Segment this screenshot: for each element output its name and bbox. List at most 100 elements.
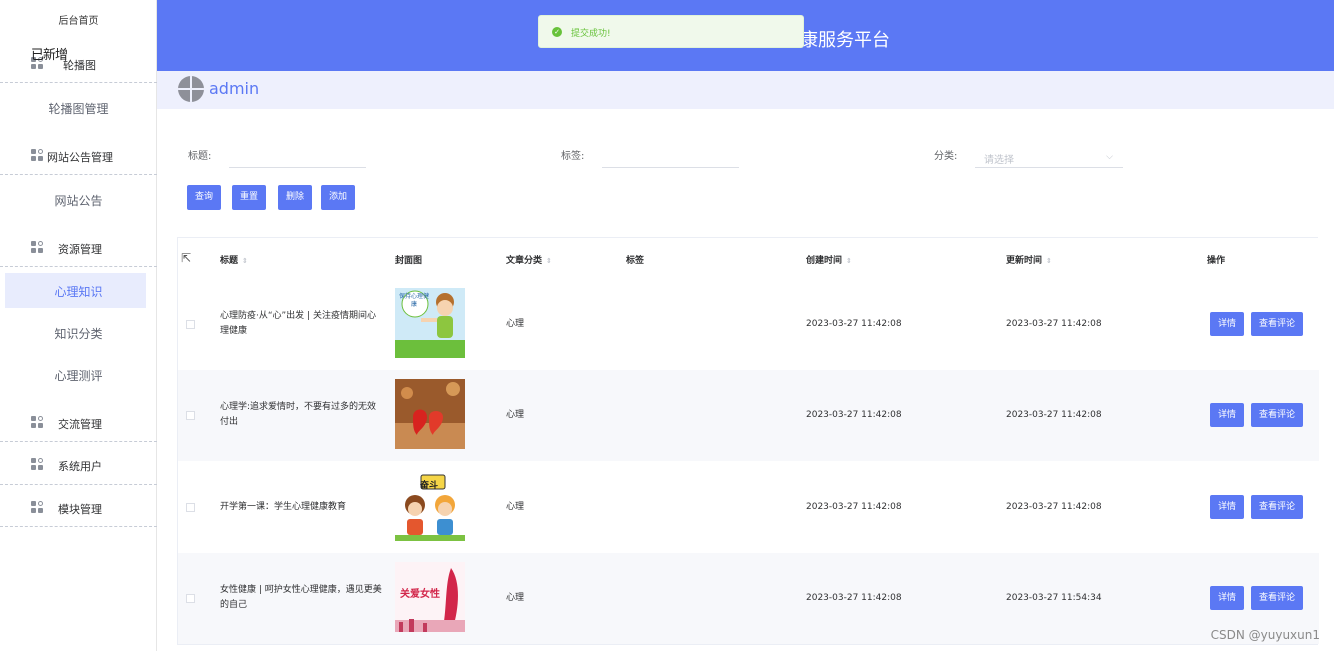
- column-header-actions: 操作: [1207, 256, 1226, 266]
- grid-icon: [31, 416, 44, 429]
- sidebar-group-modules[interactable]: 模块管理: [0, 496, 157, 520]
- row-category: 心理: [506, 593, 525, 603]
- chevron-down-icon: ⌵: [1106, 152, 1113, 162]
- row-category: 心理: [506, 319, 525, 329]
- add-button[interactable]: 添加: [321, 185, 355, 210]
- sidebar-item-home[interactable]: 后台首页: [0, 12, 157, 27]
- row-updated: 2023-03-27 11:54:34: [1006, 593, 1102, 603]
- sort-icon[interactable]: ⇕: [242, 257, 248, 265]
- view-comments-button[interactable]: 查看评论: [1251, 312, 1303, 336]
- row-created: 2023-03-27 11:42:08: [806, 319, 902, 329]
- row-created: 2023-03-27 11:42:08: [806, 410, 902, 420]
- row-checkbox[interactable]: [186, 320, 195, 329]
- sidebar-item-notice[interactable]: 网站公告: [0, 192, 157, 209]
- column-header-cover: 封面图: [395, 256, 423, 266]
- main-content: 标题: 标签: 分类: 请选择 ⌵ 查询 重置 删除 添加 ⇱ 标题 ⇕ 封面图 …: [157, 115, 1334, 651]
- user-bar: admin: [157, 71, 1334, 109]
- category-select[interactable]: 请选择 ⌵: [975, 146, 1123, 168]
- sidebar-group-label: 资源管理: [58, 243, 102, 256]
- title-filter-label: 标题:: [188, 151, 212, 162]
- cover-image: [395, 379, 465, 449]
- divider: [0, 484, 157, 485]
- row-created: 2023-03-27 11:42:08: [806, 502, 902, 512]
- row-title: 女性健康 | 呵护女性心理健康，遇见更美的自己: [220, 585, 382, 610]
- articles-table: ⇱ 标题 ⇕ 封面图 文章分类 ⇕ 标签 创建时间 ⇕ 更新时间 ⇕ 操作 心理防疫·从…: [177, 237, 1319, 645]
- detail-button[interactable]: 详情: [1210, 403, 1244, 427]
- divider: [0, 174, 157, 175]
- check-circle-icon: ✓: [552, 27, 562, 37]
- divider: [0, 441, 157, 442]
- divider: [0, 526, 157, 527]
- reset-button[interactable]: 重置: [232, 185, 266, 210]
- sidebar-overlap-text: 已新增: [31, 48, 68, 63]
- row-checkbox[interactable]: [186, 411, 195, 420]
- column-header-title[interactable]: 标题 ⇕: [220, 253, 248, 266]
- avatar[interactable]: [178, 76, 204, 102]
- detail-button[interactable]: 详情: [1210, 495, 1244, 519]
- sidebar-group-system-users[interactable]: 系统用户: [0, 453, 157, 477]
- row-checkbox[interactable]: [186, 503, 195, 512]
- toast-message: 提交成功!: [571, 29, 611, 39]
- view-comments-button[interactable]: 查看评论: [1251, 495, 1303, 519]
- table-row: 开学第一课：学生心理健康教育 心理 2023-03-27 11:42:08 20…: [178, 462, 1319, 553]
- sidebar-item-knowledge[interactable]: 心理知识: [0, 283, 157, 300]
- sidebar-group-communication[interactable]: 交流管理: [0, 411, 157, 435]
- column-header-created[interactable]: 创建时间 ⇕: [806, 253, 852, 266]
- row-title: 心理学:追求爱情时，不要有过多的无效付出: [220, 402, 377, 427]
- cover-caption: 关爱女性: [400, 589, 440, 600]
- sidebar-group-label: 系统用户: [58, 460, 102, 473]
- column-header-tags: 标签: [626, 256, 645, 266]
- row-title: 开学第一课：学生心理健康教育: [220, 502, 347, 512]
- sidebar-group-label: 轮播图: [63, 59, 96, 72]
- row-updated: 2023-03-27 11:42:08: [1006, 502, 1102, 512]
- row-category: 心理: [506, 502, 525, 512]
- tag-filter-input[interactable]: [602, 146, 739, 168]
- sidebar-group-carousel[interactable]: 轮播图: [0, 52, 157, 76]
- success-toast: ✓ 提交成功!: [538, 15, 804, 48]
- view-comments-button[interactable]: 查看评论: [1251, 586, 1303, 610]
- grid-icon: [31, 241, 44, 254]
- sidebar-group-notice[interactable]: 网站公告管理: [0, 144, 157, 168]
- sidebar-item-carousel-manage[interactable]: 轮播图管理: [0, 100, 157, 117]
- row-title: 心理防疫·从“心”出发 | 关注疫情期间心理健康: [220, 311, 376, 336]
- sort-icon[interactable]: ⇕: [846, 257, 852, 265]
- sidebar-group-label: 网站公告管理: [47, 151, 113, 164]
- site-title: 康服务平台: [800, 30, 890, 51]
- sidebar-item-assessment[interactable]: 心理测评: [0, 367, 157, 384]
- detail-button[interactable]: 详情: [1210, 312, 1244, 336]
- query-button[interactable]: 查询: [187, 185, 221, 210]
- sidebar-item-category[interactable]: 知识分类: [0, 325, 157, 342]
- grid-icon: [31, 149, 44, 162]
- row-checkbox[interactable]: [186, 594, 195, 603]
- detail-button[interactable]: 详情: [1210, 586, 1244, 610]
- sidebar-group-resources[interactable]: 资源管理: [0, 236, 157, 260]
- grid-icon: [31, 501, 44, 514]
- table-row: 心理防疫·从“心”出发 | 关注疫情期间心理健康 心理 2023-03-27 1…: [178, 279, 1319, 370]
- table-row: 女性健康 | 呵护女性心理健康，遇见更美的自己 心理 2023-03-27 11…: [178, 553, 1319, 644]
- column-header-updated[interactable]: 更新时间 ⇕: [1006, 253, 1052, 266]
- view-comments-button[interactable]: 查看评论: [1251, 403, 1303, 427]
- delete-button[interactable]: 删除: [278, 185, 312, 210]
- sidebar-group-label: 交流管理: [58, 418, 102, 431]
- divider: [0, 266, 157, 267]
- row-updated: 2023-03-27 11:42:08: [1006, 319, 1102, 329]
- row-category: 心理: [506, 410, 525, 420]
- table-row: 心理学:追求爱情时，不要有过多的无效付出 心理 2023-03-27 11:42…: [178, 370, 1319, 461]
- title-filter-input[interactable]: [229, 146, 366, 168]
- category-filter-label: 分类:: [934, 151, 958, 162]
- sort-icon[interactable]: ⇕: [1046, 257, 1052, 265]
- divider: [0, 82, 157, 83]
- grid-icon: [31, 458, 44, 471]
- cover-caption: 保持心理健康: [399, 293, 430, 308]
- row-created: 2023-03-27 11:42:08: [806, 593, 902, 603]
- cursor-icon: ⇱: [181, 251, 192, 265]
- username[interactable]: admin: [209, 79, 259, 98]
- cover-caption: 奋斗: [420, 481, 439, 491]
- tag-filter-label: 标签:: [561, 151, 585, 162]
- sidebar-group-label: 模块管理: [58, 503, 102, 516]
- column-header-category[interactable]: 文章分类 ⇕: [506, 253, 552, 266]
- watermark: CSDN @yuyuxun1: [1210, 628, 1320, 642]
- row-updated: 2023-03-27 11:42:08: [1006, 410, 1102, 420]
- sort-icon[interactable]: ⇕: [546, 257, 552, 265]
- category-select-placeholder: 请选择: [984, 155, 1014, 166]
